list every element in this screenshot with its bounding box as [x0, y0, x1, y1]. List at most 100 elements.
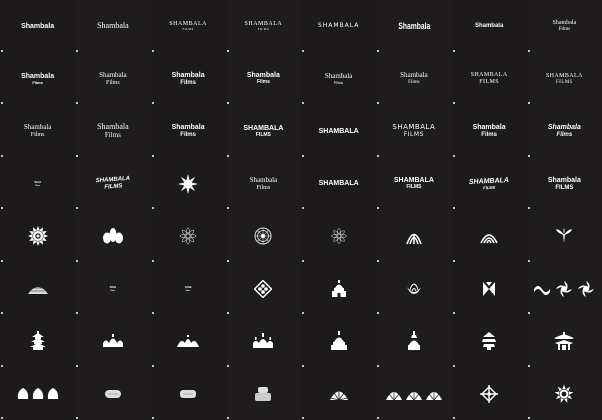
wordmark-name: Shambala — [397, 20, 430, 31]
temple-crown-icon — [177, 335, 200, 348]
wordmark-sub: FILMS — [479, 79, 499, 86]
stupa-icon — [331, 279, 346, 297]
logo-cell-r6c5 — [301, 262, 377, 315]
wordmark-sub: Films — [30, 132, 45, 139]
wordmark: SHAMBALA FILMS — [546, 73, 583, 85]
logo-cell-r3c6: SHAMBALA FILMS — [376, 105, 452, 158]
wordmark-name: Shambala — [171, 124, 205, 132]
logo-cell-r7c6 — [376, 315, 452, 368]
logo-cell-r1c2: Shambala — [75, 0, 151, 53]
logo-sheet: Shambala Shambala SHAMBALA FILMS SHAMBAL… — [0, 0, 602, 420]
wordmark-sub: Films — [256, 79, 270, 86]
wordmark: Shambala Films — [99, 71, 127, 86]
lotus-icon — [102, 228, 123, 244]
stacked-roof-icon — [482, 332, 497, 351]
wordmark: Shambala Films — [21, 73, 54, 85]
wordmark-name: Shambala — [324, 71, 353, 80]
wordmark-name: Shbl — [109, 284, 117, 289]
wordmark-sub: FILMS — [555, 184, 574, 191]
wordmark-sub: Films — [334, 79, 344, 85]
wordmark-name: SHAMBALA — [545, 72, 583, 79]
wordmark: Shambala Films — [247, 72, 280, 85]
wordmark: SHAMBALA — [319, 128, 359, 135]
temple-crown-icon — [102, 334, 123, 348]
logo-cell-r1c3: SHAMBALA FILMS — [150, 0, 226, 53]
logo-cell-r1c6: Shambala — [376, 0, 452, 53]
wordmark: Shbl films — [185, 285, 192, 292]
wordmark-name: Shambala — [400, 71, 428, 80]
logo-cell-r7c8 — [526, 315, 602, 368]
wordmark: Shambala — [397, 20, 430, 31]
logo-cell-r6c2: Shbl films — [75, 262, 151, 315]
wordmark-name: SHAMBALA — [243, 124, 284, 132]
wordmark: SHAMBALA FILMS — [95, 176, 130, 191]
wordmark-sub: Films — [180, 79, 196, 86]
wordmark-sub: Films — [408, 80, 420, 86]
logo-cell-r5c1 — [0, 210, 76, 263]
logo-cell-r5c7 — [451, 210, 527, 263]
wordmark-name: Shbl — [34, 179, 41, 184]
wordmark-sub: films — [35, 184, 40, 187]
wordmark-name: Shambala — [21, 72, 55, 80]
logo-cell-r6c1 — [0, 262, 76, 315]
wordmark-name: Shambala — [246, 72, 280, 80]
wordmark: Shbl films — [34, 179, 41, 187]
logo-cell-r8c3 — [150, 367, 226, 420]
wordmark: Shambala Films — [473, 124, 506, 138]
mandala-icon — [254, 227, 272, 245]
leaf-arch-icon — [480, 234, 498, 244]
logo-cell-r4c6: SHAMBALA FILMS — [376, 157, 452, 210]
wordmark: Shambala Films — [172, 124, 205, 138]
logo-cell-r7c2 — [75, 315, 151, 368]
wordmark: Shambala — [475, 23, 503, 29]
logo-cell-r8c8 — [526, 367, 602, 420]
sunburst-icon — [178, 173, 199, 194]
logo-cell-r2c7: SHAMBALA FILMS — [451, 52, 527, 105]
wordmark-name: Shambala — [249, 175, 278, 184]
logo-cell-r7c5 — [301, 315, 377, 368]
lotus-bud-set-icon — [17, 387, 58, 399]
wordmark: SHAMBALA FILMS — [471, 72, 508, 85]
outline-flower-icon — [179, 227, 197, 245]
logo-cell-r3c5: SHAMBALA — [301, 105, 377, 158]
logo-cell-r4c2: SHAMBALA FILMS — [75, 157, 151, 210]
wordmark-sub: Films — [481, 132, 497, 139]
logo-cell-r3c7: Shambala Films — [451, 105, 527, 158]
logo-cell-r2c4: Shambala Films — [225, 52, 301, 105]
rounded-block-icon — [180, 389, 197, 398]
wordmark: SHAMBALA FILMS — [394, 177, 434, 190]
wordmark: Shambala Films — [97, 123, 129, 139]
logo-cell-r8c2 — [75, 367, 151, 420]
sun-flower-icon — [27, 226, 48, 247]
logo-cell-r3c4: SHAMBALA FILMS — [225, 105, 301, 158]
logo-cell-r4c1: Shbl films — [0, 157, 76, 210]
wordmark-sub: FILMS — [556, 79, 573, 85]
wordmark-name: Shambala — [97, 122, 129, 132]
wordmark: Shbl films — [109, 284, 117, 292]
logo-cell-r7c1 — [0, 315, 76, 368]
bell-stupa-icon — [407, 331, 420, 351]
wordmark-sub: Films — [556, 132, 573, 139]
wordmark: Shambala Films — [324, 71, 353, 85]
wordmark: SHAMBALA FILMS — [169, 21, 207, 31]
logo-cell-r2c3: Shambala Films — [150, 52, 226, 105]
wordmark-sub: Films — [180, 132, 196, 139]
logo-cell-r7c4 — [225, 315, 301, 368]
wordmark-name: SHAMBALA — [392, 123, 436, 132]
wordmark-name: Shambala — [171, 71, 205, 79]
wordmark: SHAMBALA — [319, 180, 359, 187]
wordmark-sub: films — [185, 289, 191, 292]
logo-cell-r2c1: Shambala Films — [0, 52, 76, 105]
wordmark: SHAMBALA FILMS — [469, 177, 510, 191]
wordmark: Shambala Films — [172, 72, 205, 86]
wordmark: Shambala — [21, 23, 54, 30]
logo-cell-r3c1: Shambala Films — [0, 105, 76, 158]
wordmark-sub: FILMS — [257, 27, 270, 32]
wordmark: SHAMBALA FILMS — [392, 124, 435, 138]
wordmark-sub: FILMS — [182, 27, 194, 32]
palace-domes-icon — [253, 333, 274, 349]
wordmark-name: Shambala — [21, 22, 55, 30]
folded-ribbon-icon — [483, 281, 496, 296]
logo-cell-r6c4 — [225, 262, 301, 315]
wordmark-sub: Films — [558, 27, 571, 33]
